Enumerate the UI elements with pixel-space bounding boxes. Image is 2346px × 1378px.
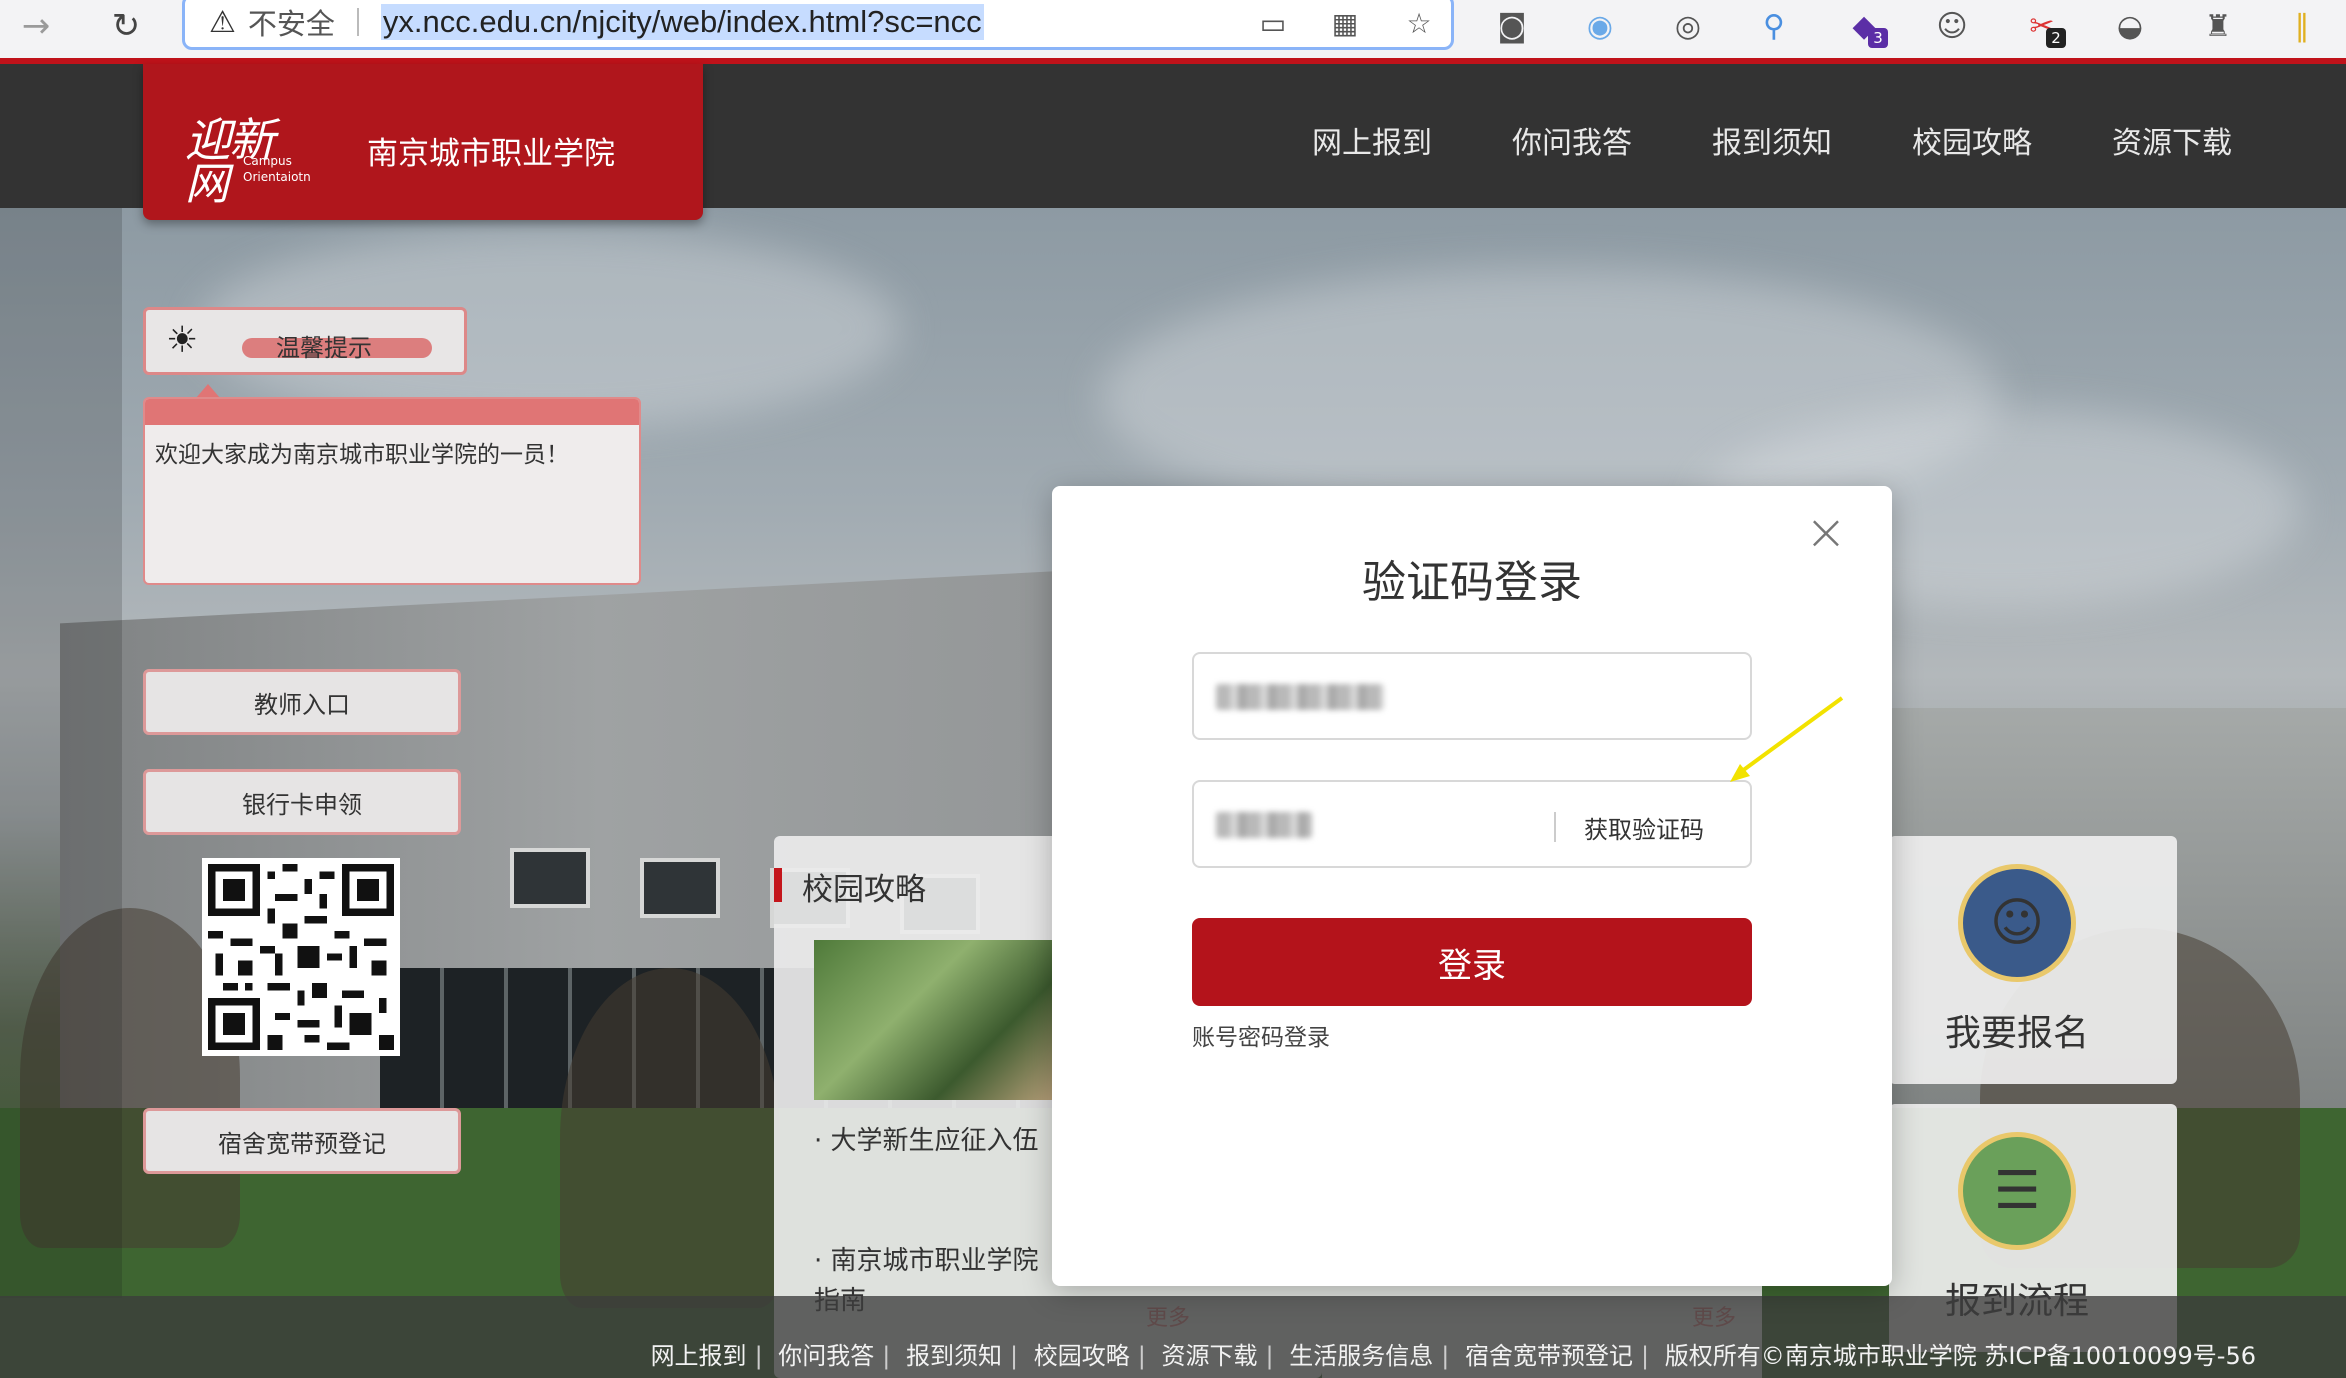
- campus-guide-thumbnail[interactable]: [814, 940, 1054, 1100]
- extension-circle-icon[interactable]: ◉: [1578, 4, 1622, 48]
- extension-eye-icon[interactable]: ◎: [1666, 4, 1710, 48]
- login-button[interactable]: 登录: [1192, 918, 1752, 1006]
- nav-qa[interactable]: 你问我答: [1512, 118, 1632, 162]
- extension-pin-icon[interactable]: ⚲: [1752, 4, 1796, 48]
- extension-mask-icon[interactable]: ◙: [1490, 4, 1534, 48]
- teacher-entry-button[interactable]: 教师入口: [143, 669, 461, 735]
- extension-hat-icon[interactable]: ◒: [2108, 4, 2152, 48]
- footer-link[interactable]: 宿舍宽带预登记: [1465, 1342, 1633, 1370]
- enroll-card[interactable]: ☺ 我要报名: [1889, 836, 2177, 1084]
- forward-arrow-icon[interactable]: →: [14, 4, 58, 48]
- extension-scissors-icon[interactable]: ✂ 2: [2020, 4, 2066, 48]
- sms-login-dialog: × 验证码登录 获取验证码 登录 账号密码登录: [1052, 486, 1892, 1286]
- guide-item[interactable]: · 大学新生应征入伍: [814, 1120, 1039, 1157]
- school-name: 南京城市职业学院: [367, 136, 615, 172]
- browser-toolbar: → ↻ ⚠ 不安全 yx.ncc.edu.cn/njcity/web/index…: [0, 0, 2346, 60]
- footer-link[interactable]: 网上报到: [651, 1342, 747, 1370]
- field-divider: [1554, 812, 1556, 842]
- site-logo[interactable]: 迎新 网 Campus Orientaiotn 南京城市职业学院: [143, 64, 703, 220]
- annotation-arrow: [1730, 696, 1844, 782]
- background-shade: [0, 208, 122, 1298]
- extension-cube-icon[interactable]: ◆ 3: [1842, 4, 1888, 48]
- student-laptop-icon: ☺: [1958, 864, 2076, 982]
- tips-pointer: [196, 384, 220, 398]
- extension-badge: 2: [2046, 28, 2066, 48]
- process-flow-icon: ☰: [1958, 1132, 2076, 1250]
- bookmark-star-icon[interactable]: ☆: [1399, 3, 1439, 43]
- password-login-link[interactable]: 账号密码登录: [1192, 1018, 1330, 1052]
- extension-panda-icon[interactable]: ☺: [1930, 4, 1974, 48]
- address-separator: [356, 8, 359, 36]
- address-bar[interactable]: ⚠ 不安全 yx.ncc.edu.cn/njcity/web/index.htm…: [182, 0, 1454, 50]
- footer-link[interactable]: 校园攻略: [1034, 1342, 1130, 1370]
- footer-link[interactable]: 你问我答: [778, 1342, 874, 1370]
- dialog-title: 验证码登录: [1362, 557, 1582, 608]
- phone-input[interactable]: [1192, 652, 1752, 740]
- footer-link[interactable]: 报到须知: [906, 1342, 1002, 1370]
- nav-online-registration[interactable]: 网上报到: [1312, 118, 1432, 162]
- url-text[interactable]: yx.ncc.edu.cn/njcity/web/index.html?sc=n…: [380, 4, 984, 40]
- dorm-broadband-button[interactable]: 宿舍宽带预登记: [143, 1108, 461, 1174]
- reload-icon[interactable]: ↻: [104, 4, 148, 48]
- qr-code: [202, 858, 400, 1056]
- tips-panel-header: [145, 399, 639, 425]
- footer-links: 网上报到 | 你问我答 | 报到须知 | 校园攻略 | 资源下载 | 生活服务信息 | 宿舍…: [650, 1342, 2256, 1370]
- extension-badge: 3: [1868, 28, 1888, 48]
- orientation-logo-mark: 迎新 网 Campus Orientaiotn: [185, 113, 311, 210]
- site-header: 迎新 网 Campus Orientaiotn 南京城市职业学院 网上报到 你问…: [0, 64, 2346, 220]
- warm-tips-label: 温馨提示: [276, 334, 372, 362]
- bank-card-button[interactable]: 银行卡申领: [143, 769, 461, 835]
- warning-icon: ⚠: [209, 4, 236, 40]
- footer-link[interactable]: 生活服务信息: [1289, 1342, 1433, 1370]
- footer-copyright: 版权所有©南京城市职业学院 苏ICP备10010099号-56: [1664, 1342, 2256, 1370]
- extension-spy-icon[interactable]: ♜: [2196, 4, 2240, 48]
- guide-item[interactable]: · 南京城市职业学院: [814, 1240, 1039, 1277]
- nav-registration-notice[interactable]: 报到须知: [1712, 118, 1832, 162]
- nav-downloads[interactable]: 资源下载: [2112, 118, 2232, 162]
- footer-link[interactable]: 资源下载: [1162, 1342, 1258, 1370]
- get-code-button[interactable]: 获取验证码: [1584, 810, 1704, 845]
- tips-message: 欢迎大家成为南京城市职业学院的一员！: [155, 442, 569, 468]
- section-marker: [774, 868, 782, 902]
- site-footer: 网上报到 | 你问我答 | 报到须知 | 校园攻略 | 资源下载 | 生活服务信息 | 宿舍…: [0, 1296, 2346, 1378]
- lightbulb-icon: ☀: [166, 320, 199, 361]
- security-label: 不安全: [247, 7, 335, 41]
- extension-lines-icon[interactable]: ∥: [2280, 4, 2324, 48]
- tips-panel: 欢迎大家成为南京城市职业学院的一员！: [143, 397, 641, 585]
- warm-tips-button[interactable]: ☀ 温馨提示: [143, 307, 467, 375]
- enroll-label: 我要报名: [1944, 1013, 2089, 1054]
- phone-value-redacted: [1216, 684, 1384, 710]
- qr-scan-icon[interactable]: ▦: [1325, 3, 1365, 43]
- cast-icon[interactable]: ▭: [1253, 3, 1293, 43]
- campus-guide-title: 校园攻略: [802, 872, 926, 908]
- nav-campus-guide[interactable]: 校园攻略: [1912, 118, 2032, 162]
- verification-code-input[interactable]: 获取验证码: [1192, 780, 1752, 868]
- code-value-redacted: [1216, 812, 1312, 838]
